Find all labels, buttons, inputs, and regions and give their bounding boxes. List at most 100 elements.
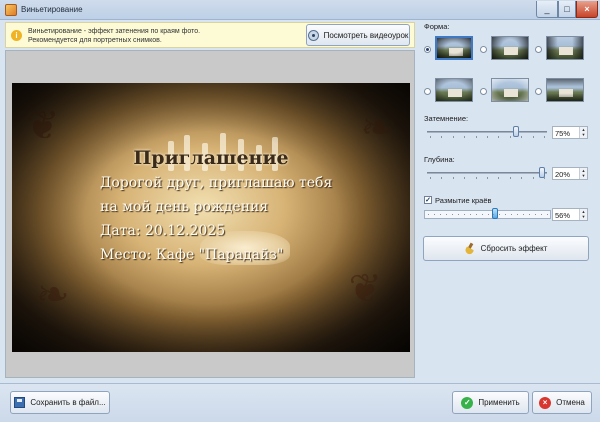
darkening-slider[interactable] [427, 125, 547, 139]
shape-thumb-5[interactable] [491, 78, 529, 102]
slider-tick [453, 136, 454, 138]
shape-thumb-4[interactable] [435, 78, 473, 102]
spin-arrows-icon[interactable]: ▲ ▼ [579, 127, 587, 138]
slider-tick [441, 136, 442, 138]
shape-radio-2[interactable] [480, 46, 487, 53]
slider-tick [511, 214, 512, 215]
slider-tick [452, 214, 453, 215]
info-icon: i [11, 30, 22, 41]
depth-slider[interactable] [427, 166, 547, 180]
slider-tick [541, 214, 542, 215]
invitation-line: Дата: 20.12.2025 [100, 223, 226, 239]
window-title: Виньетирование [21, 5, 83, 14]
hint-text: Виньетирование - эффект затенения по кра… [28, 27, 200, 45]
shape-radio-1[interactable] [424, 46, 431, 53]
slider-tick [533, 136, 534, 138]
apply-button[interactable]: ✓ Применить [452, 391, 529, 414]
darkening-label: Затемнение: [424, 114, 469, 123]
slider-tick [428, 214, 429, 215]
slider-tick [488, 214, 489, 215]
shape-thumb-1[interactable] [435, 36, 473, 60]
slider-tick [533, 177, 534, 179]
save-label: Сохранить в файл... [30, 398, 106, 407]
slider-tick [529, 214, 530, 215]
blur-checkbox[interactable]: ✓ [424, 196, 432, 204]
hint-line-2: Рекомендуется для портретных снимков. [28, 37, 162, 44]
slider-tick [544, 177, 545, 179]
slider-tick [430, 136, 431, 138]
shape-radio-5[interactable] [480, 88, 487, 95]
slider-tick [521, 136, 522, 138]
blur-value: 56% [555, 211, 571, 220]
checkmark-icon: ✓ [461, 396, 474, 409]
slider-tick [505, 214, 506, 215]
shape-radio-4[interactable] [424, 88, 431, 95]
depth-value: 20% [555, 170, 571, 179]
spin-arrows-icon[interactable]: ▲ ▼ [579, 209, 587, 220]
slider-tick [521, 177, 522, 179]
minimize-button[interactable]: _ [536, 1, 558, 18]
slider-tick [547, 214, 548, 215]
darkening-spinbox[interactable]: 75% ▲ ▼ [552, 126, 588, 139]
apply-label: Применить [478, 398, 520, 407]
slider-tick [510, 177, 511, 179]
slider-tick [476, 177, 477, 179]
brush-icon [465, 243, 476, 254]
app-icon [5, 4, 17, 16]
slider-tick [523, 214, 524, 215]
blur-label: Размытие краёв [435, 196, 492, 205]
shape-thumb-2[interactable] [491, 36, 529, 60]
webcam-icon [307, 29, 319, 41]
shape-radio-3[interactable] [535, 46, 542, 53]
blur-spinbox[interactable]: 56% ▲ ▼ [552, 208, 588, 221]
slider-tick [487, 177, 488, 179]
close-button[interactable]: × [576, 1, 598, 18]
slider-tick [441, 177, 442, 179]
invitation-line: на мой день рождения [100, 199, 269, 215]
vignette-overlay [12, 83, 410, 352]
slider-tick [476, 214, 477, 215]
maximize-button[interactable]: □ [558, 1, 576, 18]
hint-line-1: Виньетирование - эффект затенения по кра… [28, 28, 201, 35]
slider-tick [476, 136, 477, 138]
slider-tick [453, 177, 454, 179]
shape-radio-6[interactable] [535, 88, 542, 95]
spin-arrows-icon[interactable]: ▲ ▼ [579, 168, 587, 179]
depth-label: Глубина: [424, 155, 455, 164]
slider-tick [434, 214, 435, 215]
slider-tick [493, 214, 494, 215]
cancel-button[interactable]: × Отмена [532, 391, 592, 414]
cancel-label: Отмена [556, 398, 585, 407]
invitation-line: Дорогой друг, приглашаю тебя [100, 175, 333, 191]
cancel-icon: × [539, 396, 552, 409]
slider-tick [430, 177, 431, 179]
depth-spinbox[interactable]: 20% ▲ ▼ [552, 167, 588, 180]
darkening-value: 75% [555, 129, 571, 138]
slider-tick [464, 214, 465, 215]
slider-tick [498, 177, 499, 179]
slider-tick [440, 214, 441, 215]
slider-tick [464, 177, 465, 179]
shape-thumb-3[interactable] [546, 36, 584, 60]
slider-tick [470, 214, 471, 215]
shape-thumb-6[interactable] [546, 78, 584, 102]
blur-slider[interactable] [424, 207, 551, 221]
preview-area: ❦ ❧ ❧ ❦ Приглашение Дорогой друг, пригла… [5, 50, 415, 378]
slider-tick [499, 214, 500, 215]
reset-effect-button[interactable]: Сбросить эффект [423, 236, 589, 261]
slider-tick [535, 214, 536, 215]
preview-photo: ❦ ❧ ❧ ❦ Приглашение Дорогой друг, пригла… [12, 83, 410, 352]
invitation-heading: Приглашение [133, 147, 289, 169]
watch-video-label: Посмотреть видеоурок [323, 30, 409, 40]
shape-label: Форма: [424, 22, 450, 31]
invitation-line: Место: Кафе "Парадайз" [100, 247, 284, 263]
save-to-file-button[interactable]: Сохранить в файл... [10, 391, 110, 414]
slider-tick [498, 136, 499, 138]
slider-tick [458, 214, 459, 215]
slider-tick [464, 136, 465, 138]
slider-tick [482, 214, 483, 215]
reset-effect-label: Сбросить эффект [480, 244, 548, 253]
slider-tick [510, 136, 511, 138]
watch-video-button[interactable]: Посмотреть видеоурок [306, 24, 410, 46]
slider-handle[interactable] [513, 126, 519, 137]
